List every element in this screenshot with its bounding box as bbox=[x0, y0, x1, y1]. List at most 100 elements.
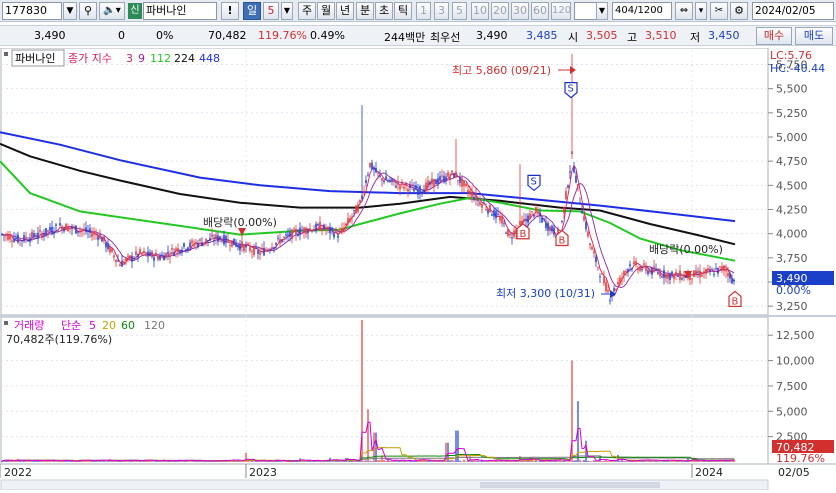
minute-20[interactable]: 20 bbox=[491, 2, 509, 20]
candle-body bbox=[195, 242, 197, 245]
period-dropdown-button[interactable]: ▼ bbox=[281, 2, 293, 20]
candle-body bbox=[625, 271, 627, 273]
volume-bar bbox=[365, 460, 367, 462]
buy-button[interactable]: 매수 bbox=[756, 27, 792, 45]
tab-weekly[interactable]: 주 bbox=[298, 2, 316, 20]
minute-120[interactable]: 120 bbox=[551, 2, 571, 20]
data-count-field[interactable]: 404/1200 bbox=[612, 2, 672, 20]
volume-bar bbox=[205, 461, 207, 463]
candle-body bbox=[603, 276, 605, 284]
stock-name-field[interactable]: 파버나인 bbox=[143, 2, 217, 20]
custom-period-dropdown[interactable]: ▼ bbox=[596, 2, 608, 20]
scrollbar-thumb[interactable] bbox=[480, 482, 660, 488]
candle-body bbox=[267, 249, 269, 251]
candle-body bbox=[407, 188, 409, 192]
candle-body bbox=[641, 269, 643, 271]
candle-body bbox=[543, 218, 545, 220]
candle-body bbox=[627, 269, 629, 273]
compress-icon[interactable]: ⇔ bbox=[675, 2, 693, 20]
candle-body bbox=[697, 273, 699, 275]
candle-body bbox=[27, 239, 29, 242]
candle-body bbox=[155, 252, 157, 256]
candle-body bbox=[319, 221, 321, 231]
tab-second[interactable]: 초 bbox=[375, 2, 393, 20]
volume-bar bbox=[601, 461, 603, 462]
candle-body bbox=[103, 236, 105, 242]
panel-handle-icon[interactable] bbox=[4, 52, 8, 56]
candle-body bbox=[15, 237, 17, 240]
candle-body bbox=[159, 256, 161, 260]
volume-panel-handle-icon[interactable] bbox=[4, 321, 8, 325]
low-price: 3,450 bbox=[708, 29, 740, 42]
candle-body bbox=[463, 180, 465, 187]
candle-body bbox=[43, 233, 45, 236]
code-dropdown-button[interactable]: ▼ bbox=[63, 2, 77, 20]
volume-bar bbox=[379, 459, 381, 462]
candle-body bbox=[401, 181, 403, 184]
candle-body bbox=[5, 234, 7, 237]
candle-body bbox=[277, 237, 279, 239]
candle-body bbox=[279, 239, 281, 244]
turnover-rate: 0.49% bbox=[310, 29, 345, 42]
volume-bar bbox=[241, 461, 243, 462]
volume-bar bbox=[87, 461, 89, 462]
volume-bar bbox=[397, 460, 399, 462]
tab-daily[interactable]: 일 bbox=[243, 2, 261, 20]
volume-bar bbox=[479, 461, 481, 462]
candle-body bbox=[567, 185, 569, 188]
candle-body bbox=[153, 257, 155, 261]
candle-body bbox=[227, 239, 229, 242]
scissor-icon[interactable]: ✂ bbox=[710, 2, 728, 20]
tab-minute[interactable]: 분 bbox=[356, 2, 374, 20]
candle-body bbox=[721, 266, 723, 271]
candle-body bbox=[541, 217, 543, 223]
volume-bar bbox=[471, 460, 473, 462]
candle-body bbox=[499, 216, 501, 221]
candle-body bbox=[403, 186, 405, 189]
candle-body bbox=[339, 231, 341, 233]
ma-legend-9: 9 bbox=[138, 52, 145, 65]
sell-button[interactable]: 매도 bbox=[795, 27, 833, 45]
candle-body bbox=[209, 238, 211, 241]
candle-body bbox=[249, 247, 251, 251]
volume-bar bbox=[681, 461, 683, 463]
vol-ma-legend-5: 5 bbox=[89, 319, 96, 332]
minute-3[interactable]: 3 bbox=[434, 2, 449, 20]
price-axis-label: 4,750 bbox=[776, 155, 808, 168]
minute-60[interactable]: 60 bbox=[531, 2, 549, 20]
candle-body bbox=[285, 234, 287, 236]
candle-body bbox=[243, 244, 245, 252]
price-volume-chart[interactable]: 3,2503,5003,7504,0004,2504,5004,7505,000… bbox=[0, 47, 836, 491]
minute-10[interactable]: 10 bbox=[471, 2, 489, 20]
info-button[interactable]: ! bbox=[221, 2, 239, 20]
candle-body bbox=[185, 249, 187, 251]
minute-1[interactable]: 1 bbox=[416, 2, 431, 20]
stock-code-input[interactable]: 177830 bbox=[2, 2, 62, 20]
candle-body bbox=[225, 235, 227, 243]
candle-body bbox=[531, 211, 533, 213]
volume-bar bbox=[193, 460, 195, 462]
speaker-icon[interactable]: 🔈▾ bbox=[99, 2, 125, 20]
candle-body bbox=[731, 278, 733, 284]
candle-body bbox=[451, 170, 453, 173]
volume-bar bbox=[573, 460, 575, 462]
candle-body bbox=[75, 225, 77, 234]
tab-yearly[interactable]: 년 bbox=[336, 2, 354, 20]
minute-30[interactable]: 30 bbox=[511, 2, 529, 20]
tab-tick[interactable]: 틱 bbox=[394, 2, 412, 20]
candle-body bbox=[443, 175, 445, 183]
candle-body bbox=[21, 240, 23, 242]
minute-5[interactable]: 5 bbox=[452, 2, 467, 20]
tab-monthly[interactable]: 월 bbox=[317, 2, 335, 20]
toolbar-dropdown[interactable]: ▾ bbox=[695, 2, 707, 20]
x-label-right: 02/05 bbox=[778, 466, 810, 479]
search-icon[interactable]: ⚲ bbox=[79, 2, 97, 20]
candle-body bbox=[595, 256, 597, 263]
candle-body bbox=[263, 247, 265, 256]
period-number[interactable]: 5 bbox=[263, 2, 279, 20]
date-field[interactable]: 2024/02/05 bbox=[752, 2, 834, 20]
gear-icon[interactable]: ⚙ bbox=[730, 2, 748, 20]
candle-body bbox=[217, 235, 219, 242]
candle-body bbox=[393, 179, 395, 183]
candle-body bbox=[313, 229, 315, 231]
